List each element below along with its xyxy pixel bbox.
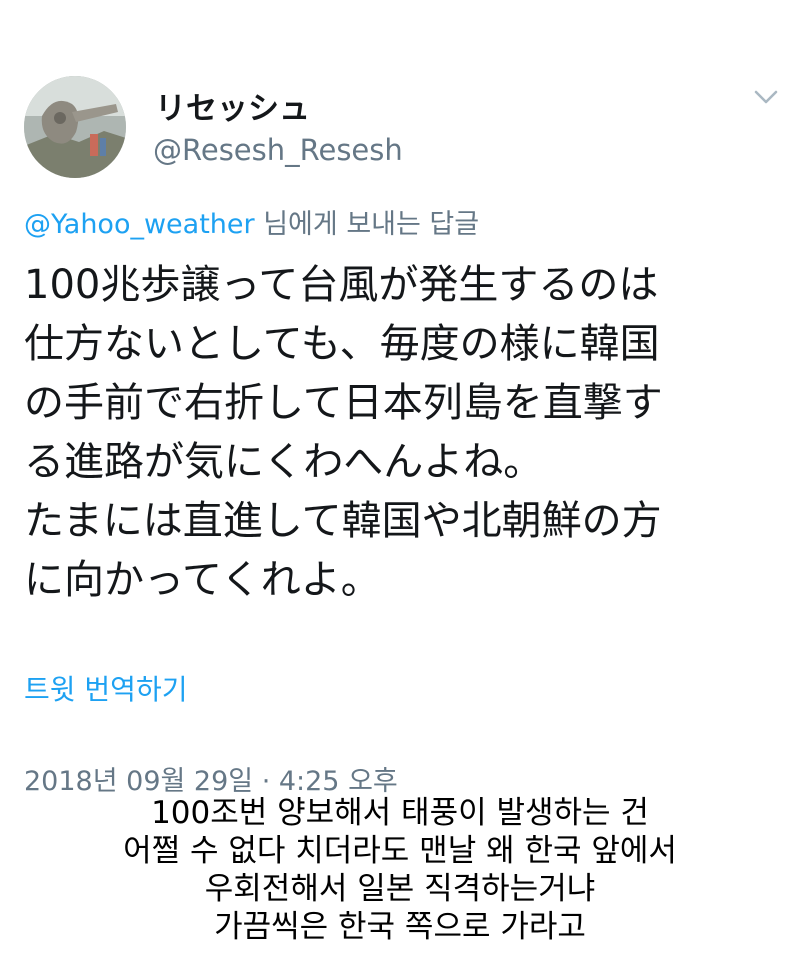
caption-line: 어쩔 수 없다 치더라도 맨날 왜 한국 앞에서 (123, 833, 677, 869)
reply-to-label: 님에게 보내는 답글 (263, 209, 480, 240)
caption-line: 우회전해서 일본 직격하는거냐 (204, 871, 596, 907)
user-handle[interactable]: @Resesh_Resesh (153, 133, 403, 167)
tweet-text-line: に向かってくれよ。 (24, 557, 381, 603)
avatar-image (24, 76, 126, 178)
tweet-text-line: たまには直進して韓国や北朝鮮の方 (24, 498, 662, 544)
chevron-down-icon[interactable] (752, 86, 780, 108)
tweet-text: 100兆歩譲って台風が発生するのは 仕方ないとしても、毎度の様に韓国 の手前で右… (24, 256, 786, 610)
translate-tweet-link[interactable]: 트윗 번역하기 (24, 668, 187, 708)
caption-line: 가끔씩은 한국 쪽으로 가라고 (214, 909, 586, 945)
tweet-text-line: る進路が気にくわへんよね。 (24, 439, 544, 485)
tweet-timestamp[interactable]: 2018년 09월 29일 · 4:25 오후 (24, 759, 398, 798)
tweet-text-line: 仕方ないとしても、毎度の様に韓国 (24, 321, 660, 367)
caption-line: 100조번 양보해서 태풍이 발생하는 건 (151, 795, 649, 831)
tweet-text-line: の手前で右折して日本列島を直撃す (24, 380, 663, 426)
translation-caption: 100조번 양보해서 태풍이 발생하는 건 어쩔 수 없다 치더라도 맨날 왜 … (0, 794, 800, 946)
avatar[interactable] (24, 76, 126, 178)
reply-to-handle-link[interactable]: @Yahoo_weather (24, 209, 255, 240)
display-name[interactable]: リセッシュ (155, 83, 310, 128)
tweet-text-line: 100兆歩譲って台風が発生するのは (24, 262, 659, 308)
reply-context: @Yahoo_weather 님에게 보내는 답글 (24, 202, 479, 241)
